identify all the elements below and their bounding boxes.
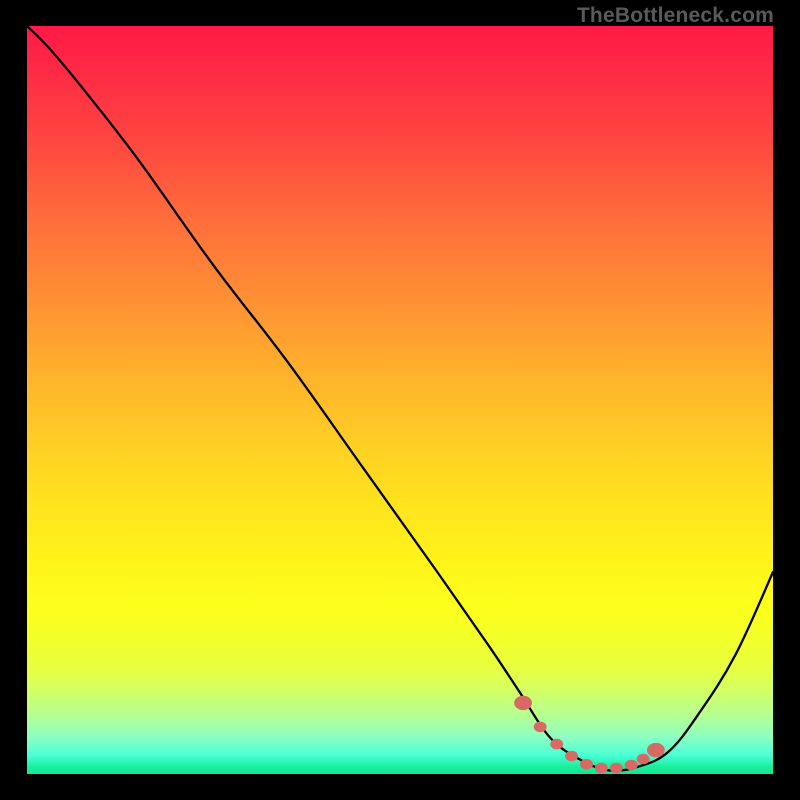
chart-svg xyxy=(27,26,773,774)
optimal-range-markers xyxy=(514,696,665,774)
watermark-text: TheBottleneck.com xyxy=(577,4,774,28)
optimal-marker xyxy=(580,759,593,770)
curve-line xyxy=(27,26,773,771)
optimal-marker xyxy=(514,696,532,710)
bottleneck-curve xyxy=(27,26,773,771)
optimal-marker xyxy=(625,760,638,771)
optimal-marker xyxy=(534,722,547,733)
optimal-marker xyxy=(647,743,665,757)
optimal-marker xyxy=(565,751,578,762)
optimal-marker xyxy=(595,763,608,774)
optimal-marker xyxy=(550,739,563,750)
chart-frame: TheBottleneck.com xyxy=(0,0,800,800)
plot-area xyxy=(27,26,773,774)
optimal-marker xyxy=(637,754,650,765)
optimal-marker xyxy=(610,763,623,774)
